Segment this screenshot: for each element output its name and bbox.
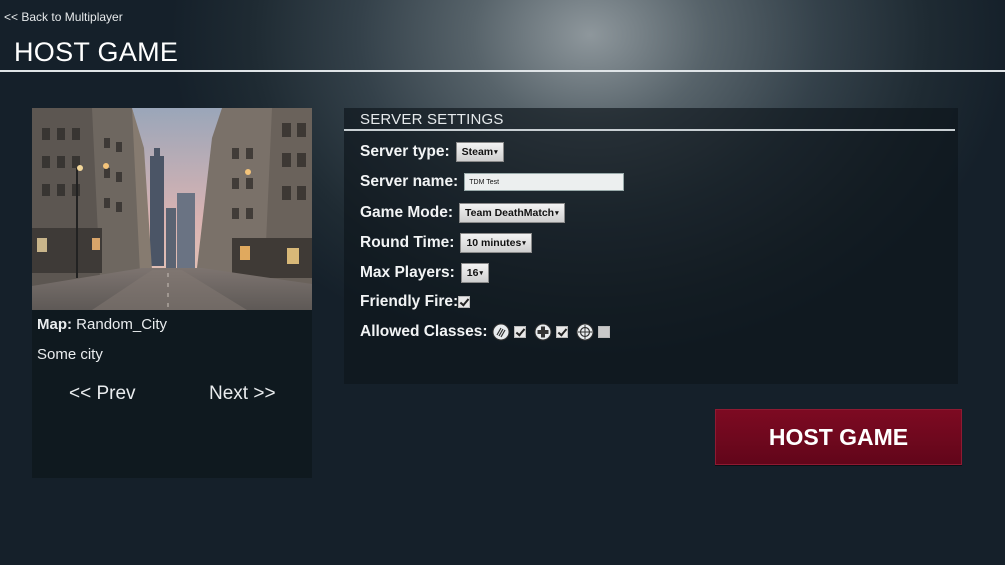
game-mode-value: Team DeathMatch xyxy=(465,207,555,219)
title-divider xyxy=(0,70,1005,72)
server-type-value: Steam xyxy=(461,146,494,158)
chevron-down-icon: ▾ xyxy=(522,240,526,247)
max-players-dropdown[interactable]: 16 ▾ xyxy=(460,263,489,283)
server-name-input[interactable] xyxy=(464,173,625,191)
server-settings-header: SERVER SETTINGS xyxy=(360,111,504,128)
max-players-row: Max Players: 16 ▾ xyxy=(360,262,489,284)
chevron-down-icon: ▾ xyxy=(494,149,498,156)
server-name-row: Server name: xyxy=(360,171,625,193)
assault-class-icon xyxy=(492,323,510,341)
server-settings-panel: SERVER SETTINGS Server type: Steam ▾ Serv… xyxy=(344,108,958,384)
medic-class-icon xyxy=(534,323,552,341)
chevron-down-icon: ▾ xyxy=(555,210,559,217)
friendly-fire-checkbox[interactable] xyxy=(458,296,471,308)
prev-map-button[interactable]: << Prev xyxy=(69,383,136,405)
server-name-label: Server name: xyxy=(360,173,459,190)
round-time-label: Round Time: xyxy=(360,234,455,251)
round-time-row: Round Time: 10 minutes ▾ xyxy=(360,232,532,254)
next-map-button[interactable]: Next >> xyxy=(209,383,276,405)
server-type-dropdown[interactable]: Steam ▾ xyxy=(455,142,504,162)
map-label: Map: xyxy=(37,316,72,333)
round-time-dropdown[interactable]: 10 minutes ▾ xyxy=(460,233,532,253)
allowed-classes-row: Allowed Classes: xyxy=(360,321,610,343)
server-type-row: Server type: Steam ▾ xyxy=(360,141,504,163)
page-title: HOST GAME xyxy=(14,37,179,67)
map-panel: Map: Random_City Some city << Prev Next … xyxy=(32,108,312,478)
sniper-class-icon xyxy=(576,323,594,341)
max-players-value: 16 xyxy=(466,267,479,279)
max-players-label: Max Players: xyxy=(360,264,455,281)
map-description: Some city xyxy=(37,346,103,363)
settings-divider xyxy=(344,129,955,131)
friendly-fire-label: Friendly Fire: xyxy=(360,293,459,310)
sniper-class-checkbox[interactable] xyxy=(597,326,610,338)
assault-class-checkbox[interactable] xyxy=(513,326,526,338)
server-type-label: Server type: xyxy=(360,143,450,160)
map-name: Map: Random_City xyxy=(37,316,167,333)
game-mode-dropdown[interactable]: Team DeathMatch ▾ xyxy=(459,203,565,223)
friendly-fire-row: Friendly Fire: xyxy=(360,291,471,313)
map-name-value: Random_City xyxy=(76,316,168,333)
game-mode-label: Game Mode: xyxy=(360,204,454,221)
map-preview-image xyxy=(32,108,312,310)
allowed-classes-label: Allowed Classes: xyxy=(360,323,488,340)
chevron-down-icon: ▾ xyxy=(479,270,483,277)
host-game-button[interactable]: HOST GAME xyxy=(715,409,962,465)
round-time-value: 10 minutes xyxy=(466,237,522,249)
back-to-multiplayer-link[interactable]: << Back to Multiplayer xyxy=(4,10,123,24)
medic-class-checkbox[interactable] xyxy=(555,326,568,338)
game-mode-row: Game Mode: Team DeathMatch ▾ xyxy=(360,202,565,224)
